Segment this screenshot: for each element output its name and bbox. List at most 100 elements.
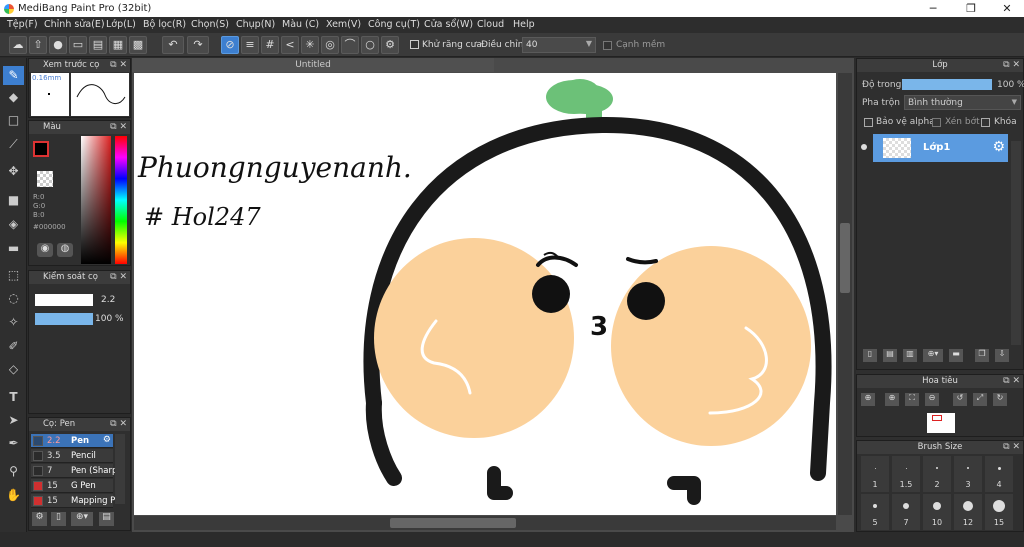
close-button[interactable]: ✕ bbox=[990, 0, 1024, 17]
hand-tool-icon[interactable]: ✋ bbox=[3, 486, 24, 505]
color-wheel-icon[interactable]: ◍ bbox=[57, 243, 73, 257]
delete-brush-icon[interactable]: ▤ bbox=[99, 512, 114, 526]
menu-color[interactable]: Màu (C) bbox=[282, 19, 319, 30]
transparent-color-swatch[interactable] bbox=[37, 171, 53, 187]
brush-size-preset[interactable]: 3 bbox=[954, 456, 982, 492]
brush-size-preset[interactable]: 1 bbox=[861, 456, 889, 492]
canvas-horizontal-scrollbar[interactable] bbox=[134, 516, 836, 530]
divide-tool-icon[interactable]: ✒ bbox=[3, 434, 24, 453]
brush-size-preset[interactable]: 1.5 bbox=[892, 456, 920, 492]
select-pen-tool-icon[interactable]: ✐ bbox=[3, 337, 24, 356]
brush-list-item[interactable]: 7 Pen (Sharp bbox=[31, 464, 117, 478]
add-brush-icon[interactable]: ⊕▾ bbox=[71, 512, 93, 526]
brush-size-slider[interactable] bbox=[35, 294, 93, 306]
grid-doc-icon[interactable]: ▦ bbox=[109, 36, 127, 54]
eraser-tool-icon[interactable]: ◆ bbox=[3, 88, 24, 107]
clip-checkbox[interactable] bbox=[932, 118, 941, 127]
text-tool-icon[interactable]: T bbox=[3, 388, 24, 407]
menu-filter[interactable]: Bộ lọc(R) bbox=[143, 19, 186, 30]
brush-size-preset[interactable]: 2 bbox=[923, 456, 951, 492]
perspective-snap-icon[interactable]: < bbox=[281, 36, 299, 54]
bucket-tool-icon[interactable]: ◈ bbox=[3, 215, 24, 234]
layer-visibility-icon[interactable] bbox=[861, 144, 867, 150]
menu-help[interactable]: Help bbox=[513, 19, 535, 30]
folder-icon[interactable]: ▬ bbox=[949, 349, 963, 362]
magic-wand-tool-icon[interactable]: ✧ bbox=[3, 313, 24, 332]
snap-off-icon[interactable]: ⊘ bbox=[221, 36, 239, 54]
rotate-left-icon[interactable]: ↺ bbox=[953, 393, 967, 406]
brush-size-preset[interactable]: 10 bbox=[923, 494, 951, 530]
brush-item-settings-icon[interactable]: ⚙ bbox=[103, 435, 111, 445]
menu-file[interactable]: Tệp(F) bbox=[7, 19, 38, 30]
upload-icon[interactable]: ⇧ bbox=[29, 36, 47, 54]
brush-list-item[interactable]: 15 G Pen bbox=[31, 479, 113, 493]
dot-brush-tool-icon[interactable]: ⟋ bbox=[3, 135, 24, 154]
lasso-tool-icon[interactable]: ◌ bbox=[3, 289, 24, 308]
select-eraser-tool-icon[interactable]: ◇ bbox=[3, 360, 24, 379]
protect-alpha-checkbox[interactable] bbox=[864, 118, 873, 127]
navigator-viewport-frame[interactable] bbox=[932, 415, 942, 421]
zoom-in-alt-icon[interactable]: ⊕ bbox=[885, 393, 899, 406]
blend-mode-select[interactable]: Bình thường ▼ bbox=[904, 95, 1021, 110]
select-tool-icon[interactable]: ⬚ bbox=[3, 266, 24, 285]
menu-select[interactable]: Chọn(S) bbox=[191, 19, 229, 30]
layer-opacity-slider[interactable] bbox=[902, 79, 992, 90]
layer-settings-icon[interactable]: ⚙ bbox=[992, 139, 1005, 155]
menu-view[interactable]: Xem(V) bbox=[326, 19, 361, 30]
add-layer-icon[interactable]: ⊕▾ bbox=[923, 349, 943, 362]
gradient-tool-icon[interactable]: ▬ bbox=[3, 239, 24, 258]
operation-tool-icon[interactable]: ➤ bbox=[3, 411, 24, 430]
brush-list-item[interactable]: 15 Mapping P bbox=[31, 494, 115, 508]
layer-row-layer1[interactable]: Lớp1 ⚙ bbox=[873, 134, 1008, 162]
settings-snap-icon[interactable]: ⚙ bbox=[381, 36, 399, 54]
new-halftone-layer-icon[interactable]: ▤ bbox=[883, 349, 897, 362]
new-8bit-layer-icon[interactable]: ▥ bbox=[903, 349, 917, 362]
fill-rect-tool-icon[interactable]: ■ bbox=[3, 191, 24, 210]
menu-tools[interactable]: Công cụ(T) bbox=[368, 19, 420, 30]
rotate-right-icon[interactable]: ↻ bbox=[993, 393, 1007, 406]
menu-cloud[interactable]: Cloud bbox=[477, 19, 504, 30]
fullscreen-icon[interactable]: ⤢ bbox=[973, 393, 987, 406]
lock-checkbox[interactable] bbox=[981, 118, 990, 127]
zoom-out-icon[interactable]: ⊖ bbox=[925, 393, 939, 406]
curve-snap-icon[interactable]: ⌒ bbox=[341, 36, 359, 54]
fit-view-icon[interactable]: ⛶ bbox=[905, 393, 919, 406]
grid-snap-icon[interactable]: # bbox=[261, 36, 279, 54]
navigator-thumbnail[interactable] bbox=[927, 413, 955, 433]
brush-size-preset[interactable]: 5 bbox=[861, 494, 889, 530]
parallel-snap-icon[interactable]: ≡ bbox=[241, 36, 259, 54]
cloud-icon[interactable]: ☁ bbox=[9, 36, 27, 54]
document-icon[interactable]: ▤ bbox=[89, 36, 107, 54]
canvas-vertical-scrollbar[interactable] bbox=[838, 73, 852, 515]
concentric-snap-icon[interactable]: ◎ bbox=[321, 36, 339, 54]
brush-size-preset[interactable]: 4 bbox=[985, 456, 1013, 492]
new-brush-icon[interactable]: ▯ bbox=[51, 512, 66, 526]
circle-snap-icon[interactable]: ○ bbox=[361, 36, 379, 54]
brush-settings-icon[interactable]: ⚙ bbox=[32, 512, 47, 526]
brush-tool-icon[interactable]: ✎ bbox=[3, 66, 24, 85]
brush-list-scrollbar[interactable] bbox=[115, 434, 125, 504]
smooth-edge-checkbox[interactable] bbox=[603, 41, 612, 50]
menu-edit[interactable]: Chỉnh sửa(E) bbox=[44, 19, 105, 30]
palette-icon[interactable]: ◉ bbox=[37, 243, 53, 257]
redo-icon[interactable]: ↷ bbox=[187, 36, 209, 54]
primary-color-swatch[interactable] bbox=[33, 141, 49, 157]
hue-slider[interactable] bbox=[115, 136, 127, 264]
duplicate-layer-icon[interactable]: ❐ bbox=[975, 349, 989, 362]
maximize-button[interactable]: ❐ bbox=[954, 0, 988, 17]
brush-size-preset[interactable]: 12 bbox=[954, 494, 982, 530]
new-layer-icon[interactable]: ▯ bbox=[863, 349, 877, 362]
menu-window[interactable]: Cửa sổ(W) bbox=[424, 19, 473, 30]
adjust-input[interactable]: 40 ▼ bbox=[522, 37, 596, 53]
antialias-checkbox[interactable] bbox=[410, 40, 419, 49]
brush-opacity-slider[interactable] bbox=[35, 313, 93, 325]
brush-size-preset[interactable]: 7 bbox=[892, 494, 920, 530]
saturation-value-picker[interactable] bbox=[81, 136, 111, 264]
menu-capture[interactable]: Chụp(N) bbox=[236, 19, 275, 30]
chat-icon[interactable]: ▭ bbox=[69, 36, 87, 54]
radial-snap-icon[interactable]: ✳ bbox=[301, 36, 319, 54]
brush-list-item[interactable]: 2.2 Pen ⚙ bbox=[31, 434, 113, 448]
panels-icon[interactable]: ▩ bbox=[129, 36, 147, 54]
menu-layer[interactable]: Lớp(L) bbox=[106, 19, 136, 30]
move-tool-icon[interactable]: ✥ bbox=[3, 162, 24, 181]
